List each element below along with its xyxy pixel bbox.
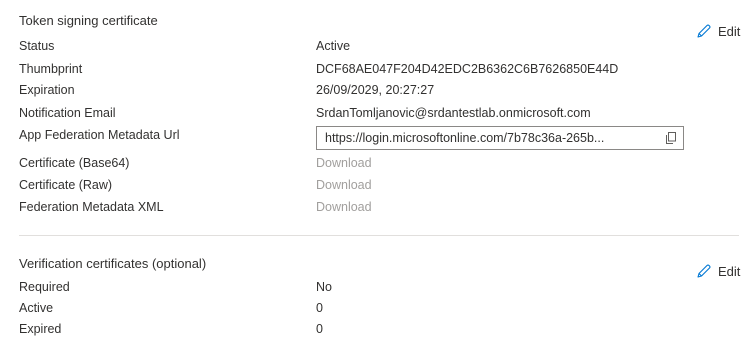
certificate-raw-row: Certificate (Raw) Download	[19, 175, 739, 195]
metadata-url-row: App Federation Metadata Url https://logi…	[19, 125, 739, 150]
section-divider	[19, 235, 739, 236]
certificate-base64-row: Certificate (Base64) Download	[19, 153, 739, 173]
required-label: Required	[19, 280, 70, 294]
token-signing-title: Token signing certificate	[19, 13, 158, 28]
notification-email-value: SrdanTomljanovic@srdantestlab.onmicrosof…	[316, 106, 591, 120]
required-row: Required No	[19, 277, 739, 297]
federation-metadata-xml-label: Federation Metadata XML	[19, 200, 164, 214]
thumbprint-label: Thumbprint	[19, 62, 83, 76]
certificate-base64-download-link[interactable]: Download	[316, 153, 372, 173]
expiration-row: Expiration 26/09/2029, 20:27:27	[19, 80, 739, 100]
thumbprint-row: Thumbprint DCF68AE047F204D42EDC2B6362C6B…	[19, 59, 739, 79]
active-label: Active	[19, 301, 54, 315]
federation-metadata-xml-download-link[interactable]: Download	[316, 197, 372, 217]
thumbprint-value: DCF68AE047F204D42EDC2B6362C6B7626850E44D	[316, 62, 619, 76]
expired-label: Expired	[19, 322, 62, 336]
notification-email-row: Notification Email SrdanTomljanovic@srda…	[19, 103, 739, 123]
metadata-url-value[interactable]: https://login.microsoftonline.com/7b78c3…	[325, 128, 659, 148]
notification-email-label: Notification Email	[19, 106, 116, 120]
certificate-raw-download-link[interactable]: Download	[316, 175, 372, 195]
verification-title: Verification certificates (optional)	[19, 256, 207, 271]
expiration-label: Expiration	[19, 83, 75, 97]
federation-metadata-xml-row: Federation Metadata XML Download	[19, 197, 739, 217]
status-row: Status Active	[19, 36, 739, 56]
certificate-base64-label: Certificate (Base64)	[19, 156, 130, 170]
expired-row: Expired 0	[19, 319, 739, 339]
required-value: No	[316, 280, 332, 294]
status-value: Active	[316, 39, 351, 53]
metadata-url-label: App Federation Metadata Url	[19, 128, 180, 142]
copy-icon[interactable]	[659, 127, 683, 149]
expiration-value: 26/09/2029, 20:27:27	[316, 83, 435, 97]
metadata-url-field[interactable]: https://login.microsoftonline.com/7b78c3…	[316, 126, 684, 150]
expired-value: 0	[316, 322, 323, 336]
certificate-raw-label: Certificate (Raw)	[19, 178, 113, 192]
status-label: Status	[19, 39, 55, 53]
active-value: 0	[316, 301, 323, 315]
saml-certificates-panel: Token signing certificate Edit Status Ac…	[0, 0, 755, 350]
active-row: Active 0	[19, 298, 739, 318]
